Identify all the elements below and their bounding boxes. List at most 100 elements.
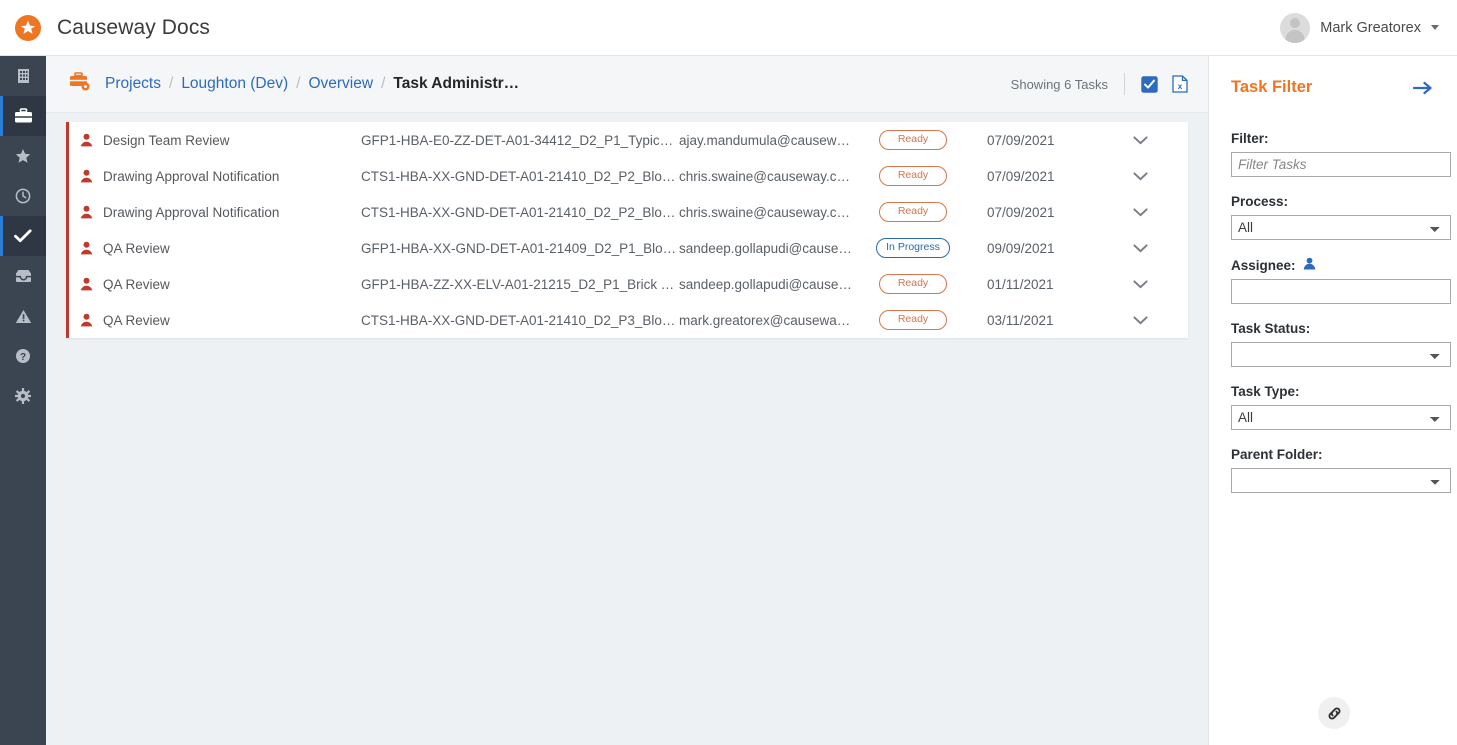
sidebar-item-favourites[interactable] [0,136,46,176]
task-date: 09/09/2021 [987,240,1055,256]
task-date: 03/11/2021 [987,312,1054,328]
status-badge: Ready [879,274,947,294]
chevron-down-icon[interactable] [1093,135,1188,145]
process-label: Process: [1231,194,1289,209]
task-row[interactable]: Drawing Approval Notification CTS1-HBA-XX… [69,194,1188,230]
showing-count: Showing 6 Tasks [1010,76,1108,92]
person-icon [69,133,103,147]
task-row[interactable]: Design Team Review GFP1-HBA-E0-ZZ-DET-A01… [69,122,1188,158]
avatar [1280,12,1311,43]
task-row[interactable]: QA Review GFP1-HBA-XX-GND-DET-A01-21409_D… [69,230,1188,266]
sidebar-item-settings[interactable] [0,376,46,416]
chevron-down-icon[interactable] [1093,171,1188,181]
filter-input[interactable] [1231,152,1451,177]
status-badge-cell: Ready [857,202,969,222]
person-icon [69,277,103,291]
sidebar-item-projects[interactable] [0,96,46,136]
task-status-select[interactable] [1231,342,1451,367]
filter-field-filter: Filter: [1231,131,1451,177]
status-badge: Ready [879,166,947,186]
chevron-down-icon[interactable] [1093,279,1188,289]
sidebar-item-help[interactable]: ? [0,336,46,376]
sidebar-item-tasks[interactable] [0,216,46,256]
divider [1124,73,1125,95]
person-icon[interactable] [1303,257,1316,273]
task-date: 07/09/2021 [987,132,1055,148]
parent-folder-select[interactable] [1231,468,1451,493]
task-name: QA Review [103,240,170,256]
sidebar-item-recent[interactable] [0,176,46,216]
task-name: Design Team Review [103,132,230,148]
task-type-label: Task Type: [1231,384,1300,399]
filter-panel-header: Task Filter [1231,78,1433,97]
sidebar-item-building[interactable] [0,56,46,96]
chevron-down-icon[interactable] [1431,25,1439,30]
task-document: CTS1-HBA-XX-GND-DET-A01-21410_D2_P2_Bloc… [361,204,679,220]
filter-panel-title: Task Filter [1231,78,1313,96]
task-row[interactable]: QA Review CTS1-HBA-XX-GND-DET-A01-21410_D… [69,302,1188,338]
status-badge-cell: In Progress [857,238,969,258]
svg-text:x: x [1178,81,1183,91]
task-document: GFP1-HBA-E0-ZZ-DET-A01-34412_D2_P1_Typic… [361,132,679,148]
assignee-label-text: Assignee: [1231,257,1296,273]
task-date: 01/11/2021 [987,276,1054,292]
link-icon[interactable] [1318,697,1350,729]
user-name: Mark Greatorex [1320,19,1421,36]
task-list: Design Team Review GFP1-HBA-E0-ZZ-DET-A01… [66,122,1188,338]
user-menu[interactable]: Mark Greatorex [1280,12,1439,43]
filter-field-task-type: Task Type: All [1231,384,1451,430]
task-filter-panel: Task Filter Filter: Process: All Assigne… [1208,56,1457,745]
breadcrumb: Projects / Loughton (Dev) / Overview / T… [105,75,519,93]
task-name: QA Review [103,312,170,328]
task-document: CTS1-HBA-XX-GND-DET-A01-21410_D2_P2_Bloc… [361,168,679,184]
main-content: Projects / Loughton (Dev) / Overview / T… [46,56,1208,745]
task-document: GFP1-HBA-XX-GND-DET-A01-21409_D2_P1_Bloc… [361,240,679,256]
person-icon [69,169,103,183]
task-row[interactable]: QA Review GFP1-HBA-ZZ-XX-ELV-A01-21215_D2… [69,266,1188,302]
task-document: GFP1-HBA-ZZ-XX-ELV-A01-21215_D2_P1_Brick… [361,276,679,292]
task-assignee: mark.greatorex@causewa… [679,312,851,328]
checkbox-checked-icon[interactable] [1141,75,1158,93]
task-document: CTS1-HBA-XX-GND-DET-A01-21410_D2_P3_Bloc… [361,312,679,328]
task-row[interactable]: Drawing Approval Notification CTS1-HBA-XX… [69,158,1188,194]
task-name: Drawing Approval Notification [103,168,280,184]
breadcrumb-separator: / [169,75,174,92]
sidebar-item-inbox[interactable] [0,256,46,296]
app-logo-icon [15,14,41,41]
top-bar: Causeway Docs Mark Greatorex [0,0,1457,56]
breadcrumb-separator: / [296,75,301,92]
task-status-label: Task Status: [1231,321,1311,336]
chevron-down-icon[interactable] [1093,243,1188,253]
filter-field-process: Process: All [1231,194,1451,240]
sidebar-item-alerts[interactable] [0,296,46,336]
person-icon [69,241,103,255]
task-assignee: chris.swaine@causeway.c… [679,204,851,220]
breadcrumb-separator: / [381,75,386,92]
breadcrumb-item-loughton-dev[interactable]: Loughton (Dev) [181,75,288,93]
arrow-right-icon[interactable] [1413,80,1433,96]
svg-text:?: ? [20,352,26,363]
status-badge: Ready [879,310,947,330]
filter-field-parent-folder: Parent Folder: [1231,447,1451,493]
task-type-select[interactable]: All [1231,405,1451,430]
status-badge-cell: Ready [857,310,969,330]
breadcrumb-item-projects[interactable]: Projects [105,75,161,93]
chevron-down-icon[interactable] [1093,207,1188,217]
filter-field-assignee: Assignee: [1231,257,1451,304]
filter-field-task-status: Task Status: [1231,321,1451,367]
chevron-down-icon[interactable] [1093,315,1188,325]
excel-export-icon[interactable]: x [1172,75,1188,93]
task-date: 07/09/2021 [987,204,1055,220]
task-assignee: chris.swaine@causeway.c… [679,168,851,184]
assignee-input[interactable] [1231,279,1451,304]
process-select[interactable]: All [1231,215,1451,240]
task-assignee: ajay.mandumula@causew… [679,132,851,148]
filter-label: Filter: [1231,131,1269,146]
person-icon [69,313,103,327]
task-date: 07/09/2021 [987,168,1055,184]
breadcrumb-actions: Showing 6 Tasks x [1011,73,1188,95]
status-badge: In Progress [876,238,950,258]
status-badge: Ready [879,202,947,222]
breadcrumb-item-overview[interactable]: Overview [308,75,373,93]
breadcrumb-item-current: Task Administr… [393,75,520,92]
